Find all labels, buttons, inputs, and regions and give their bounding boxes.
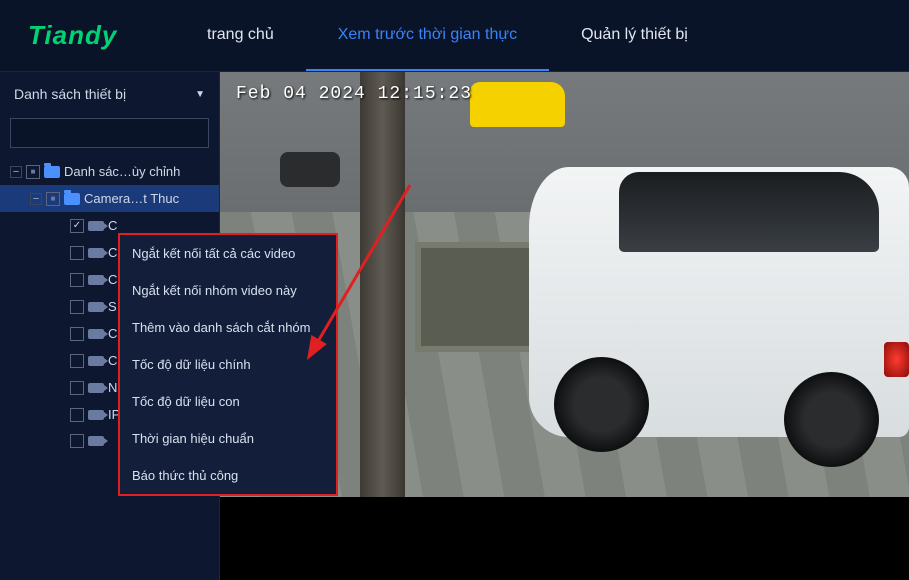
checkbox[interactable] bbox=[70, 434, 84, 448]
sidebar-dropdown[interactable]: Danh sách thiết bị ▼ bbox=[0, 76, 219, 112]
video-empty-slot bbox=[220, 497, 909, 580]
ctx-sub-stream[interactable]: Tốc độ dữ liệu con bbox=[120, 383, 336, 420]
nav-home[interactable]: trang chủ bbox=[175, 0, 306, 71]
tree-label: C bbox=[108, 272, 117, 287]
camera-icon bbox=[88, 383, 104, 393]
video-timestamp: Feb 04 2024 12:15:23 bbox=[236, 84, 472, 104]
brand-logo: Tiandy bbox=[0, 20, 175, 51]
checkbox[interactable] bbox=[70, 381, 84, 395]
tree-label: C bbox=[108, 353, 117, 368]
collapse-icon[interactable]: − bbox=[30, 193, 42, 205]
tree-label: Danh sác…ùy chỉnh bbox=[64, 164, 180, 179]
context-menu: Ngắt kết nối tất cả các video Ngắt kết n… bbox=[118, 233, 338, 496]
header: Tiandy trang chủ Xem trước thời gian thự… bbox=[0, 0, 909, 72]
tree-label: C bbox=[108, 218, 117, 233]
camera-icon bbox=[88, 436, 104, 446]
folder-icon bbox=[44, 166, 60, 178]
checkbox[interactable] bbox=[70, 246, 84, 260]
camera-icon bbox=[88, 410, 104, 420]
checkbox[interactable] bbox=[70, 300, 84, 314]
folder-icon bbox=[64, 193, 80, 205]
checkbox[interactable] bbox=[70, 273, 84, 287]
chevron-down-icon: ▼ bbox=[195, 89, 205, 100]
nav-devices[interactable]: Quản lý thiết bị bbox=[549, 0, 720, 71]
tree-label: S bbox=[108, 299, 117, 314]
camera-icon bbox=[88, 275, 104, 285]
camera-icon bbox=[88, 248, 104, 258]
ctx-calibration-time[interactable]: Thời gian hiệu chuẩn bbox=[120, 420, 336, 457]
ctx-add-cut-list[interactable]: Thêm vào danh sách cắt nhóm bbox=[120, 309, 336, 346]
ctx-disconnect-group[interactable]: Ngắt kết nối nhóm video này bbox=[120, 272, 336, 309]
tree-group[interactable]: − Camera…t Thuc bbox=[0, 185, 219, 212]
ctx-disconnect-all[interactable]: Ngắt kết nối tất cả các video bbox=[120, 235, 336, 272]
ctx-manual-alarm[interactable]: Báo thức thủ công bbox=[120, 457, 336, 494]
checkbox[interactable] bbox=[46, 192, 60, 206]
tree-root[interactable]: − Danh sác…ùy chỉnh bbox=[0, 158, 219, 185]
checkbox[interactable] bbox=[70, 219, 84, 233]
checkbox[interactable] bbox=[70, 354, 84, 368]
search-input[interactable] bbox=[10, 118, 209, 148]
checkbox[interactable] bbox=[26, 165, 40, 179]
collapse-icon[interactable]: − bbox=[10, 166, 22, 178]
checkbox[interactable] bbox=[70, 408, 84, 422]
nav-realtime[interactable]: Xem trước thời gian thực bbox=[306, 0, 549, 71]
camera-icon bbox=[88, 221, 104, 231]
tree-label: C bbox=[108, 326, 117, 341]
sidebar-title: Danh sách thiết bị bbox=[14, 86, 126, 102]
checkbox[interactable] bbox=[70, 327, 84, 341]
tree-label: C bbox=[108, 245, 117, 260]
ctx-main-stream[interactable]: Tốc độ dữ liệu chính bbox=[120, 346, 336, 383]
nav-bar: trang chủ Xem trước thời gian thực Quản … bbox=[175, 0, 720, 71]
tree-label: Camera…t Thuc bbox=[84, 191, 179, 206]
camera-icon bbox=[88, 356, 104, 366]
camera-icon bbox=[88, 302, 104, 312]
camera-icon bbox=[88, 329, 104, 339]
